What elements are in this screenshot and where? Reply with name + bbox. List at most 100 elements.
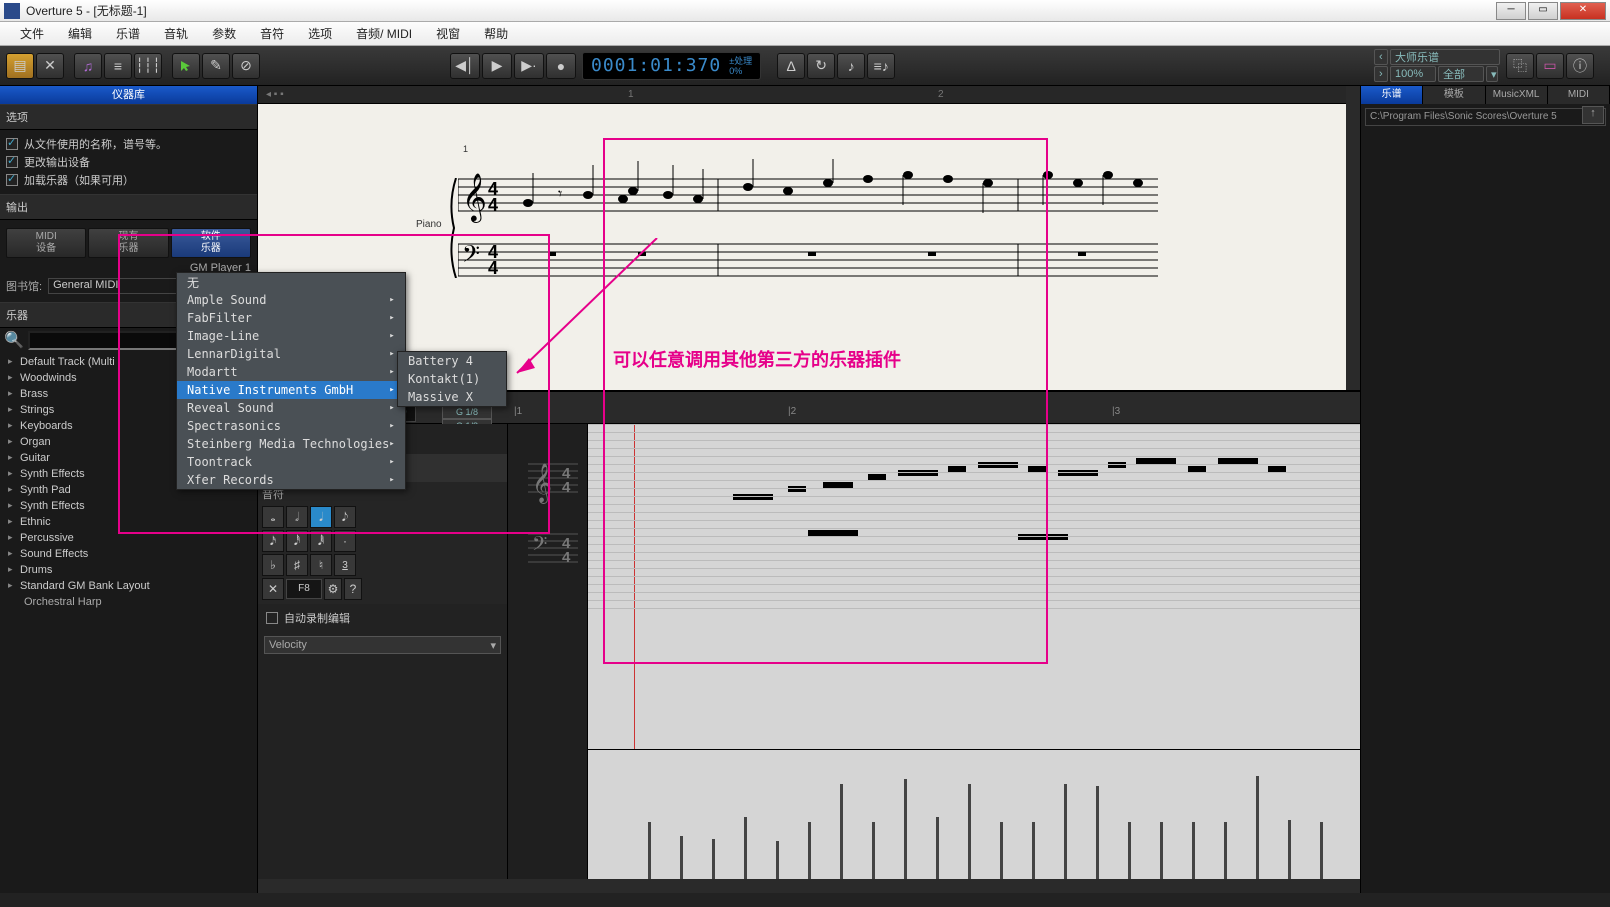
list-icon[interactable]: ≡ xyxy=(104,53,132,79)
velocity-bar[interactable] xyxy=(712,839,715,879)
velocity-bar[interactable] xyxy=(1032,822,1035,879)
flat-icon[interactable]: ♭ xyxy=(262,554,284,576)
menu-选项[interactable]: 选项 xyxy=(296,25,344,42)
velocity-bar[interactable] xyxy=(1320,822,1323,879)
checkbox-icon[interactable] xyxy=(6,138,18,150)
measure-num-1: 1 xyxy=(463,144,468,154)
pianoroll-hscroll[interactable] xyxy=(258,879,1360,893)
option-change-output[interactable]: 更改输出设备 xyxy=(6,154,251,170)
notes-icon[interactable]: ♫ xyxy=(74,53,102,79)
timecode-display: 0001:01:370 ±处理0% xyxy=(582,52,761,80)
velocity-dropdown[interactable]: Velocity xyxy=(264,636,501,654)
staff-icon[interactable]: ≡♪ xyxy=(867,53,895,79)
scope-dropdown[interactable]: 全部 xyxy=(1438,66,1484,82)
velocity-bar[interactable] xyxy=(840,784,843,879)
info-icon[interactable]: ⓘ xyxy=(1566,53,1594,79)
velocity-bar[interactable] xyxy=(1000,822,1003,879)
annotation-box-1 xyxy=(118,234,550,534)
minimize-button[interactable]: ─ xyxy=(1496,2,1526,20)
option-use-file-names[interactable]: 从文件使用的名称，谱号等。 xyxy=(6,136,251,152)
velocity-bar[interactable] xyxy=(1288,820,1291,879)
pencil-tool[interactable]: ✎ xyxy=(202,53,230,79)
menu-乐谱[interactable]: 乐谱 xyxy=(104,25,152,42)
tree-item[interactable]: Orchestral Harp xyxy=(4,594,253,610)
copy-icon[interactable]: ⿻ xyxy=(1506,53,1534,79)
velocity-bar[interactable] xyxy=(1096,786,1099,879)
instrument-label: Piano xyxy=(416,219,442,230)
menu-文件[interactable]: 文件 xyxy=(8,25,56,42)
sharp-icon[interactable]: ♯ xyxy=(286,554,308,576)
checkbox-icon[interactable] xyxy=(6,174,18,186)
metronome-icon[interactable]: Δ xyxy=(777,53,805,79)
velocity-bar[interactable] xyxy=(904,779,907,879)
right-tab-模板[interactable]: 模板 xyxy=(1423,86,1485,104)
midi-note[interactable] xyxy=(1108,462,1126,468)
loop-icon[interactable]: ↻ xyxy=(807,53,835,79)
menu-帮助[interactable]: 帮助 xyxy=(472,25,520,42)
ruler-scroll[interactable] xyxy=(1346,86,1360,104)
velocity-bar[interactable] xyxy=(1160,822,1163,879)
checkbox-icon[interactable] xyxy=(266,612,278,624)
velocity-bar[interactable] xyxy=(968,784,971,879)
menubar: 文件编辑乐谱音轨参数音符选项音频/ MIDI视窗帮助 xyxy=(0,22,1610,46)
velocity-bar[interactable] xyxy=(1192,822,1195,879)
midi-note[interactable] xyxy=(1058,470,1098,476)
menu-音符[interactable]: 音符 xyxy=(248,25,296,42)
menu-编辑[interactable]: 编辑 xyxy=(56,25,104,42)
svg-text:4: 4 xyxy=(488,195,498,215)
svg-text:4: 4 xyxy=(562,465,571,482)
velocity-bar[interactable] xyxy=(680,836,683,879)
velocity-bar[interactable] xyxy=(744,817,747,879)
tree-item[interactable]: Sound Effects xyxy=(4,546,253,562)
velocity-bar[interactable] xyxy=(648,822,651,879)
velocity-lane[interactable]: 12010080604020 xyxy=(588,749,1360,879)
play-button[interactable]: ▶ xyxy=(482,53,512,79)
auto-record-checkbox[interactable]: 自动录制编辑 xyxy=(258,606,507,630)
gear-icon[interactable]: ⚙ xyxy=(324,578,342,600)
tools-icon[interactable]: ✕ xyxy=(36,53,64,79)
right-tab-MusicXML[interactable]: MusicXML xyxy=(1486,86,1548,104)
close-button[interactable]: ✕ xyxy=(1560,2,1606,20)
erase-tool[interactable]: ⊘ xyxy=(232,53,260,79)
right-tab-乐谱[interactable]: 乐谱 xyxy=(1361,86,1423,104)
record-button[interactable]: ● xyxy=(546,53,576,79)
up-folder-icon[interactable]: ↑ xyxy=(1582,106,1604,124)
checkbox-icon[interactable] xyxy=(6,156,18,168)
velocity-bar[interactable] xyxy=(872,822,875,879)
library-icon[interactable]: ▤ xyxy=(6,53,34,79)
close-palette-icon[interactable]: ✕ xyxy=(262,578,284,600)
file-path-field[interactable]: C:\Program Files\Sonic Scores\Overture 5… xyxy=(1365,108,1606,126)
scope-arrow-icon[interactable]: ▾ xyxy=(1486,66,1498,82)
score-vscroll[interactable] xyxy=(1346,104,1360,390)
folder-icon[interactable]: ▭ xyxy=(1536,53,1564,79)
right-tab-MIDI[interactable]: MIDI xyxy=(1548,86,1610,104)
velocity-bar[interactable] xyxy=(936,817,939,879)
natural-icon[interactable]: ♮ xyxy=(310,554,332,576)
option-load-instrument[interactable]: 加载乐器（如果可用） xyxy=(6,172,251,188)
output-tab-0[interactable]: MIDI设备 xyxy=(6,228,86,258)
help-icon[interactable]: ? xyxy=(344,578,362,600)
velocity-bar[interactable] xyxy=(808,822,811,879)
preset-next-icon[interactable]: › xyxy=(1374,66,1388,82)
velocity-bar[interactable] xyxy=(1064,784,1067,879)
tuplet-3[interactable]: 3 xyxy=(334,554,356,576)
pointer-tool[interactable] xyxy=(172,53,200,79)
velocity-bar[interactable] xyxy=(1224,822,1227,879)
note-input-icon[interactable]: ♪ xyxy=(837,53,865,79)
tree-item[interactable]: Drums xyxy=(4,562,253,578)
play2-button[interactable]: ▶· xyxy=(514,53,544,79)
menu-视窗[interactable]: 视窗 xyxy=(424,25,472,42)
maximize-button[interactable]: ▭ xyxy=(1528,2,1558,20)
menu-音频/ MIDI[interactable]: 音频/ MIDI xyxy=(344,25,424,42)
velocity-bar[interactable] xyxy=(1128,822,1131,879)
preset-prev-icon[interactable]: ‹ xyxy=(1374,49,1388,65)
menu-参数[interactable]: 参数 xyxy=(200,25,248,42)
velocity-bar[interactable] xyxy=(776,841,779,879)
master-score-dropdown[interactable]: 大师乐谱 xyxy=(1390,49,1500,65)
menu-音轨[interactable]: 音轨 xyxy=(152,25,200,42)
zoom-dropdown[interactable]: 100% xyxy=(1390,66,1436,82)
mixer-icon[interactable]: ┆┆┆ xyxy=(134,53,162,79)
rewind-button[interactable]: ◀│ xyxy=(450,53,480,79)
velocity-bar[interactable] xyxy=(1256,776,1259,879)
tree-item[interactable]: Standard GM Bank Layout xyxy=(4,578,253,594)
